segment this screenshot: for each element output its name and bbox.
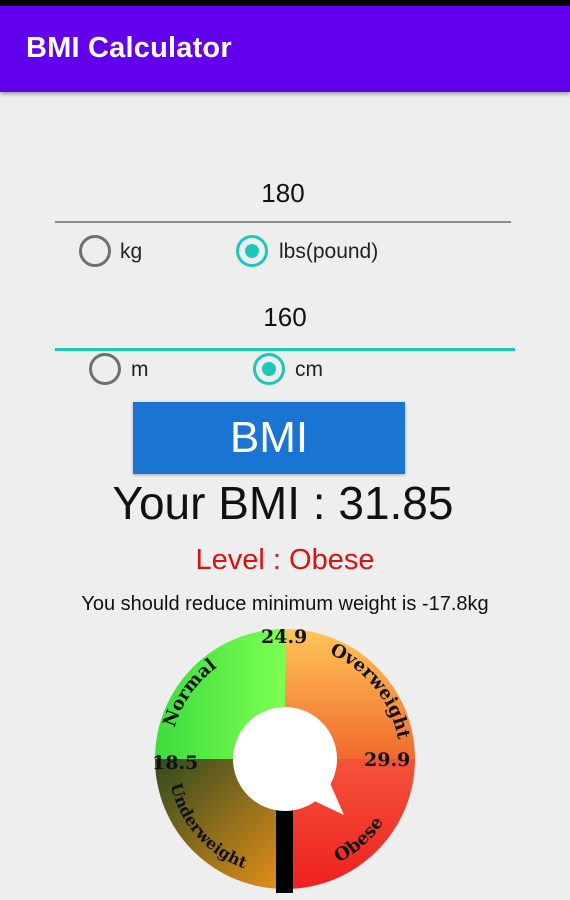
- gauge-zero-marker: [276, 809, 293, 893]
- calculate-bmi-button[interactable]: BMI: [133, 402, 405, 474]
- kg-radio[interactable]: [79, 235, 111, 267]
- bmi-result: Your BMI : 31.85: [112, 477, 454, 529]
- app-title: BMI Calculator: [26, 32, 232, 64]
- lbs-radio-label[interactable]: lbs(pound): [279, 240, 378, 264]
- cm-radio-label[interactable]: cm: [295, 358, 323, 382]
- weight-input[interactable]: 180: [55, 178, 511, 209]
- gauge-threshold-18.5: 18.5: [152, 752, 198, 774]
- m-radio[interactable]: [89, 353, 121, 385]
- gauge-threshold-24.9: 24.9: [261, 626, 307, 648]
- bmi-gauge: 24.9 29.9 18.5 Normal Overweight Obese U…: [152, 626, 415, 893]
- m-radio-label[interactable]: m: [131, 358, 149, 382]
- height-input[interactable]: 160: [55, 302, 515, 333]
- cm-radio[interactable]: [253, 353, 285, 385]
- weight-advice: You should reduce minimum weight is -17.…: [81, 593, 489, 615]
- bmi-level: Level : Obese: [195, 544, 375, 576]
- kg-radio-label[interactable]: kg: [120, 240, 142, 264]
- height-input-underline: [55, 348, 515, 351]
- lbs-radio[interactable]: [236, 235, 268, 267]
- weight-input-underline: [55, 221, 511, 223]
- gauge-threshold-29.9: 29.9: [364, 749, 410, 771]
- app-bar: BMI Calculator: [0, 6, 570, 92]
